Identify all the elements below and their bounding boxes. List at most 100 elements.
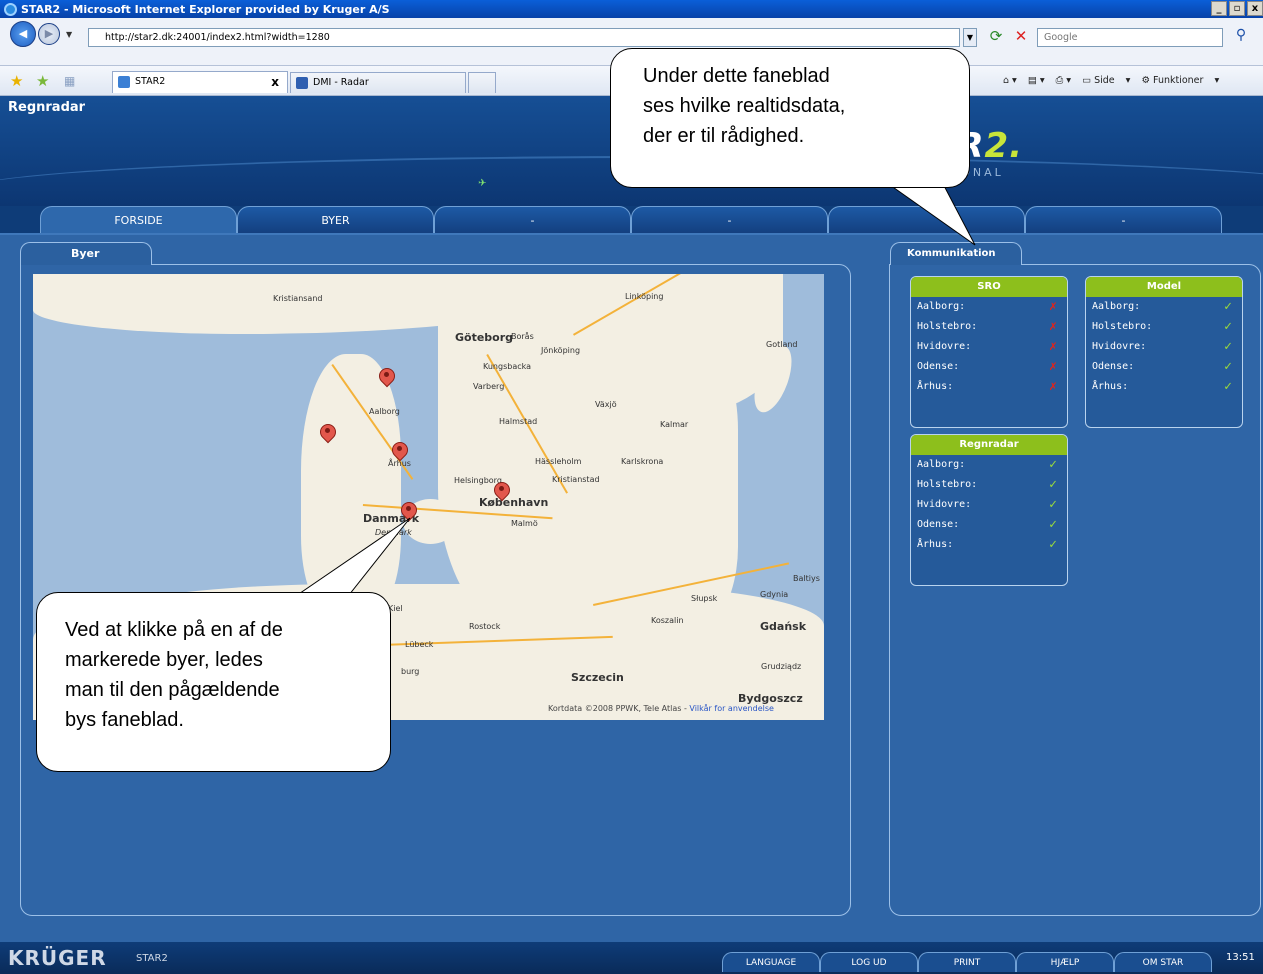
map-city-label: Göteborg bbox=[455, 331, 514, 344]
minimize-button[interactable]: _ bbox=[1211, 1, 1227, 16]
tab-star2-label: STAR2 bbox=[135, 76, 166, 87]
ie-page-icon bbox=[118, 76, 130, 88]
error-icon: ✗ bbox=[1049, 299, 1057, 314]
add-favorite-icon[interactable]: ★ bbox=[36, 72, 49, 90]
map-city-label: Grudziądz bbox=[761, 662, 802, 671]
status-row: Odense: ✓ bbox=[911, 515, 1067, 535]
map-city-label: Koszalin bbox=[651, 616, 684, 625]
kommunikation-panel-tab[interactable]: Kommunikation bbox=[890, 242, 1022, 265]
print-button[interactable]: PRINT bbox=[918, 952, 1016, 972]
home-icon[interactable]: ⌂ ▾ bbox=[1003, 75, 1017, 86]
search-icon[interactable]: ⚲ bbox=[1227, 27, 1255, 47]
callout-kommunikation: Under dette faneblad ses hvilke realtids… bbox=[610, 48, 970, 188]
map-city-label: Kungsbacka bbox=[483, 362, 532, 371]
callout-map-markers: Ved at klikke på en af de markerede byer… bbox=[36, 592, 391, 772]
check-icon: ✓ bbox=[1049, 477, 1057, 492]
tab-5[interactable] bbox=[828, 206, 1025, 234]
url-input[interactable] bbox=[88, 28, 960, 47]
map-city-label: Linköping bbox=[625, 292, 664, 301]
map-city-label: Varberg bbox=[473, 382, 505, 391]
status-row: Holstebro: ✗ bbox=[911, 317, 1067, 337]
page-title: Regnradar bbox=[8, 100, 86, 115]
byer-panel-tab[interactable]: Byer bbox=[20, 242, 152, 265]
map-city-label: Kristiansand bbox=[273, 294, 323, 303]
tools-menu[interactable]: ⚙ Funktioner ▾ bbox=[1141, 75, 1219, 86]
about-button[interactable]: OM STAR bbox=[1114, 952, 1212, 972]
page-menu[interactable]: ▭ Side ▾ bbox=[1082, 75, 1130, 86]
city-marker-aalborg[interactable] bbox=[375, 364, 399, 390]
check-icon: ✓ bbox=[1224, 379, 1232, 394]
close-tab-icon[interactable]: x bbox=[271, 75, 279, 89]
print-icon[interactable]: ⎙ ▾ bbox=[1056, 75, 1071, 86]
tab-6[interactable]: - bbox=[1025, 206, 1222, 234]
command-bar: ⌂ ▾ ▤ ▾ ⎙ ▾ ▭ Side ▾ ⚙ Funktioner ▾ bbox=[1003, 75, 1227, 86]
model-status-box: Model Aalborg: ✓ Holstebro: ✓ Hvidovre: ✓ O… bbox=[1085, 276, 1243, 428]
error-icon: ✗ bbox=[1049, 319, 1057, 334]
city-marker-hvidovre[interactable] bbox=[490, 478, 514, 504]
maximize-button[interactable]: ▫ bbox=[1229, 1, 1245, 16]
city-marker-holstebro[interactable] bbox=[316, 420, 340, 446]
new-tab-button[interactable] bbox=[468, 72, 496, 93]
clock: 13:51 bbox=[1226, 952, 1255, 963]
regnradar-status-box: Regnradar Aalborg: ✓ Holstebro: ✓ Hvidovre… bbox=[910, 434, 1068, 586]
footer-app-name: STAR2 bbox=[136, 953, 168, 964]
url-dropdown-icon[interactable]: ▼ bbox=[963, 28, 977, 47]
tab-4[interactable]: - bbox=[631, 206, 828, 234]
map-city-label: Jönköping bbox=[541, 346, 581, 355]
map-city-label: Gotland bbox=[766, 340, 798, 349]
map-city-label: burg bbox=[401, 667, 420, 676]
status-row: Aalborg: ✗ bbox=[911, 297, 1067, 317]
map-city-label: Słupsk bbox=[691, 594, 718, 603]
favorites-star-icon[interactable]: ★ bbox=[10, 72, 23, 90]
status-row: Holstebro: ✓ bbox=[1086, 317, 1242, 337]
map-city-label: Karlskrona bbox=[621, 457, 664, 466]
map-city-label: Kristianstad bbox=[552, 475, 600, 484]
refresh-icon[interactable]: ⟳ bbox=[985, 27, 1007, 47]
check-icon: ✓ bbox=[1224, 359, 1232, 374]
map-city-label: Denmark bbox=[375, 528, 412, 537]
stop-icon[interactable]: ✕ bbox=[1010, 27, 1032, 47]
check-icon: ✓ bbox=[1224, 299, 1232, 314]
map-city-label: Lübeck bbox=[405, 640, 434, 649]
check-icon: ✓ bbox=[1049, 497, 1057, 512]
check-icon: ✓ bbox=[1224, 339, 1232, 354]
map-city-label: Gdynia bbox=[760, 590, 789, 599]
check-icon: ✓ bbox=[1049, 457, 1057, 472]
tab-dmi-radar[interactable]: DMI - Radar bbox=[290, 72, 466, 93]
window-titlebar: STAR2 - Microsoft Internet Explorer prov… bbox=[0, 0, 1263, 18]
back-button[interactable]: ◀ bbox=[10, 21, 36, 47]
tab-byer[interactable]: BYER bbox=[237, 206, 434, 234]
language-button[interactable]: LANGUAGE bbox=[722, 952, 820, 972]
map-city-label: Kalmar bbox=[660, 420, 689, 429]
sro-header: SRO bbox=[911, 277, 1067, 297]
status-row: Århus: ✓ bbox=[911, 535, 1067, 555]
tab-3[interactable]: - bbox=[434, 206, 631, 234]
map-terms-link[interactable]: Vilkår for anvendelse bbox=[689, 704, 774, 713]
map-city-label: Malmö bbox=[511, 519, 538, 528]
ie-logo-icon bbox=[4, 2, 17, 16]
help-button[interactable]: HJÆLP bbox=[1016, 952, 1114, 972]
search-input[interactable] bbox=[1037, 28, 1223, 47]
close-window-button[interactable]: x bbox=[1247, 1, 1263, 16]
error-icon: ✗ bbox=[1049, 379, 1057, 394]
history-dropdown-icon[interactable]: ▼ bbox=[66, 30, 72, 39]
map-city-label: Rostock bbox=[469, 622, 501, 631]
forward-button[interactable]: ▶ bbox=[38, 23, 60, 45]
error-icon: ✗ bbox=[1049, 359, 1057, 374]
logout-button[interactable]: LOG UD bbox=[820, 952, 918, 972]
map-city-label: Baltiys bbox=[793, 574, 820, 583]
regnradar-header: Regnradar bbox=[911, 435, 1067, 455]
tab-forside[interactable]: FORSIDE bbox=[40, 206, 237, 234]
status-row: Hvidovre: ✓ bbox=[1086, 337, 1242, 357]
check-icon: ✓ bbox=[1049, 537, 1057, 552]
status-row: Hvidovre: ✓ bbox=[911, 495, 1067, 515]
status-row: Odense: ✗ bbox=[911, 357, 1067, 377]
quick-tabs-icon[interactable]: ▦ bbox=[64, 74, 75, 88]
city-marker-aarhus[interactable] bbox=[388, 438, 412, 464]
plane-icon: ✈ bbox=[478, 178, 487, 189]
map-city-label: København bbox=[479, 496, 549, 509]
feeds-icon[interactable]: ▤ ▾ bbox=[1028, 75, 1045, 86]
city-marker-odense[interactable] bbox=[397, 498, 421, 524]
map-city-label: Gdańsk bbox=[760, 620, 807, 633]
tab-star2[interactable]: STAR2 x bbox=[112, 71, 288, 93]
